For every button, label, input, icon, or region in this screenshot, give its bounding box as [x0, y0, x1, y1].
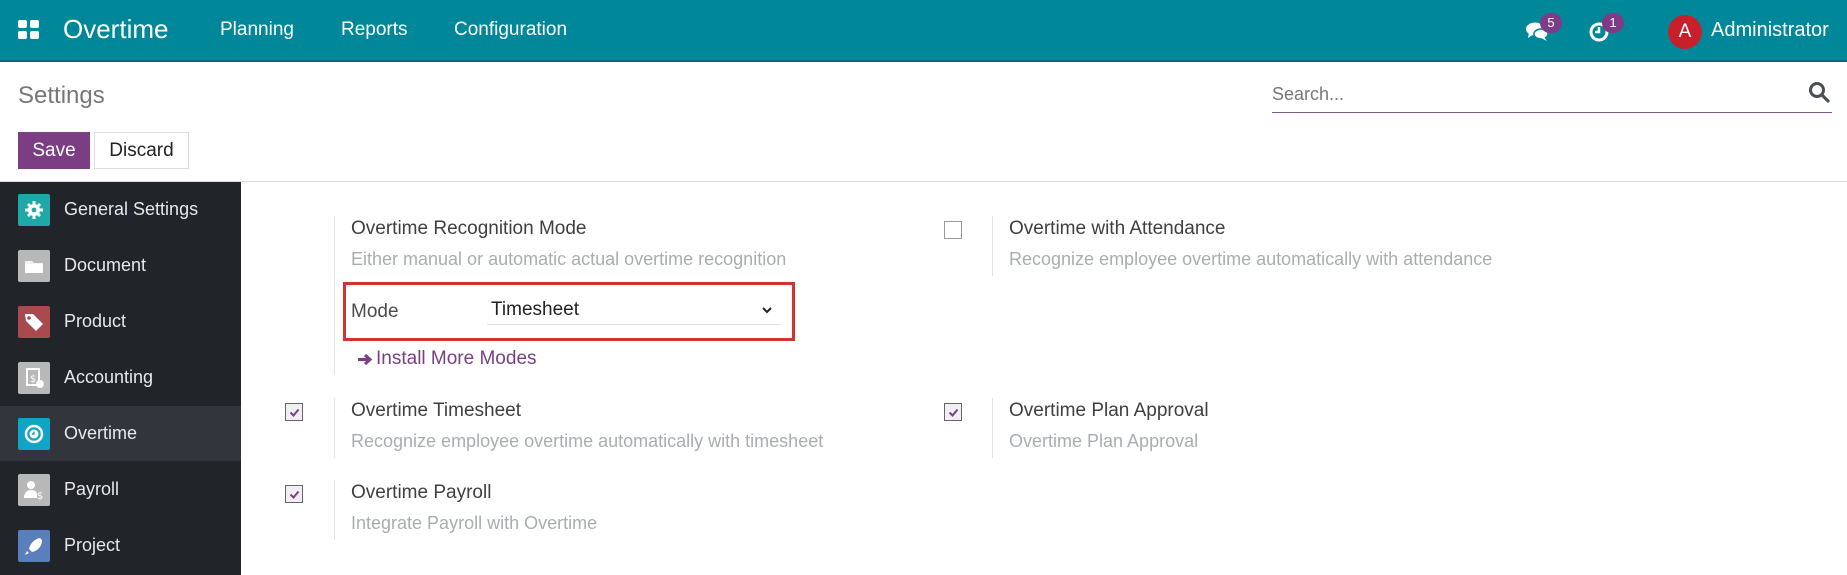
- save-button[interactable]: Save: [18, 132, 90, 169]
- sidebar-item-overtime[interactable]: Overtime: [0, 406, 241, 461]
- arrow-right-icon: [358, 353, 373, 365]
- setting-divider: [992, 216, 993, 276]
- plan-approval-title: Overtime Plan Approval: [1009, 400, 1209, 421]
- plan-approval-description: Overtime Plan Approval: [1009, 431, 1199, 451]
- sidebar-item-general-settings[interactable]: General Settings: [0, 182, 241, 237]
- top-navbar: Overtime Planning Reports Configuration …: [0, 0, 1847, 62]
- payroll-description: Integrate Payroll with Overtime: [351, 513, 598, 533]
- install-more-modes-label: Install More Modes: [376, 348, 537, 369]
- sidebar-item-payroll[interactable]: $ Payroll: [0, 462, 241, 517]
- menu-planning[interactable]: Planning: [220, 19, 294, 41]
- mode-value: Timesheet: [491, 299, 579, 320]
- settings-sidebar: General Settings Document Product $ Acco…: [0, 182, 241, 575]
- messages-count-badge: 5: [1540, 13, 1562, 33]
- setting-divider: [992, 398, 993, 458]
- sidebar-item-label: Product: [64, 311, 127, 331]
- sidebar-item-label: General Settings: [64, 199, 199, 219]
- app-grid-icon[interactable]: [18, 20, 40, 40]
- sidebar-item-product[interactable]: Product: [0, 294, 241, 349]
- timesheet-checkbox[interactable]: [285, 403, 303, 421]
- search-box: [1272, 75, 1832, 113]
- rocket-icon: [18, 529, 50, 562]
- setting-divider: [334, 480, 335, 540]
- discard-button[interactable]: Discard: [94, 132, 189, 169]
- checkmark-icon: [948, 408, 959, 417]
- page-title: Settings: [18, 82, 105, 109]
- search-input[interactable]: [1272, 79, 1792, 109]
- sidebar-item-label: Document: [64, 255, 147, 275]
- menu-reports[interactable]: Reports: [341, 19, 408, 41]
- sidebar-item-accounting[interactable]: $ Accounting: [0, 350, 241, 405]
- timesheet-description: Recognize employee overtime automaticall…: [351, 431, 824, 451]
- checkmark-icon: [289, 408, 300, 417]
- search-icon[interactable]: [1808, 81, 1830, 103]
- sidebar-item-project[interactable]: Project: [0, 518, 241, 573]
- recognition-mode-title: Overtime Recognition Mode: [351, 218, 587, 239]
- attendance-title: Overtime with Attendance: [1009, 218, 1226, 239]
- sidebar-item-label: Overtime: [64, 423, 138, 443]
- tags-icon: [18, 305, 50, 338]
- user-dollar-icon: $: [18, 473, 50, 506]
- app-name[interactable]: Overtime: [63, 14, 168, 45]
- svg-text:$: $: [37, 491, 43, 502]
- attendance-description: Recognize employee overtime automaticall…: [1009, 249, 1493, 269]
- recognition-mode-description: Either manual or automatic actual overti…: [351, 249, 787, 269]
- activities-count-badge: 1: [1602, 13, 1624, 33]
- setting-divider: [334, 398, 335, 458]
- timesheet-title: Overtime Timesheet: [351, 400, 521, 421]
- invoice-dollar-icon: $: [18, 361, 50, 394]
- sidebar-item-label: Payroll: [64, 479, 120, 499]
- clock-icon: [18, 417, 50, 450]
- messages-button[interactable]: 5: [1525, 13, 1562, 44]
- svg-text:$: $: [30, 374, 36, 385]
- payroll-title: Overtime Payroll: [351, 482, 492, 503]
- sidebar-item-label: Project: [64, 535, 121, 555]
- avatar[interactable]: A: [1668, 15, 1702, 49]
- user-menu[interactable]: Administrator: [1711, 19, 1829, 42]
- setting-divider: [334, 216, 335, 374]
- gear-icon: [18, 193, 50, 226]
- plan-approval-checkbox[interactable]: [944, 403, 962, 421]
- payroll-checkbox[interactable]: [285, 485, 303, 503]
- mode-select[interactable]: Timesheet: [487, 295, 781, 325]
- chevron-down-icon: [762, 307, 772, 314]
- attendance-checkbox[interactable]: [944, 221, 962, 239]
- control-panel-divider: [0, 181, 1847, 182]
- activities-button[interactable]: 1: [1587, 13, 1624, 44]
- sidebar-item-document[interactable]: Document: [0, 238, 241, 293]
- mode-label: Mode: [351, 301, 399, 322]
- checkmark-icon: [289, 490, 300, 499]
- menu-configuration[interactable]: Configuration: [454, 19, 567, 41]
- install-more-modes-link[interactable]: Install More Modes: [356, 348, 537, 370]
- folder-icon: [18, 249, 50, 282]
- sidebar-item-label: Accounting: [64, 367, 154, 387]
